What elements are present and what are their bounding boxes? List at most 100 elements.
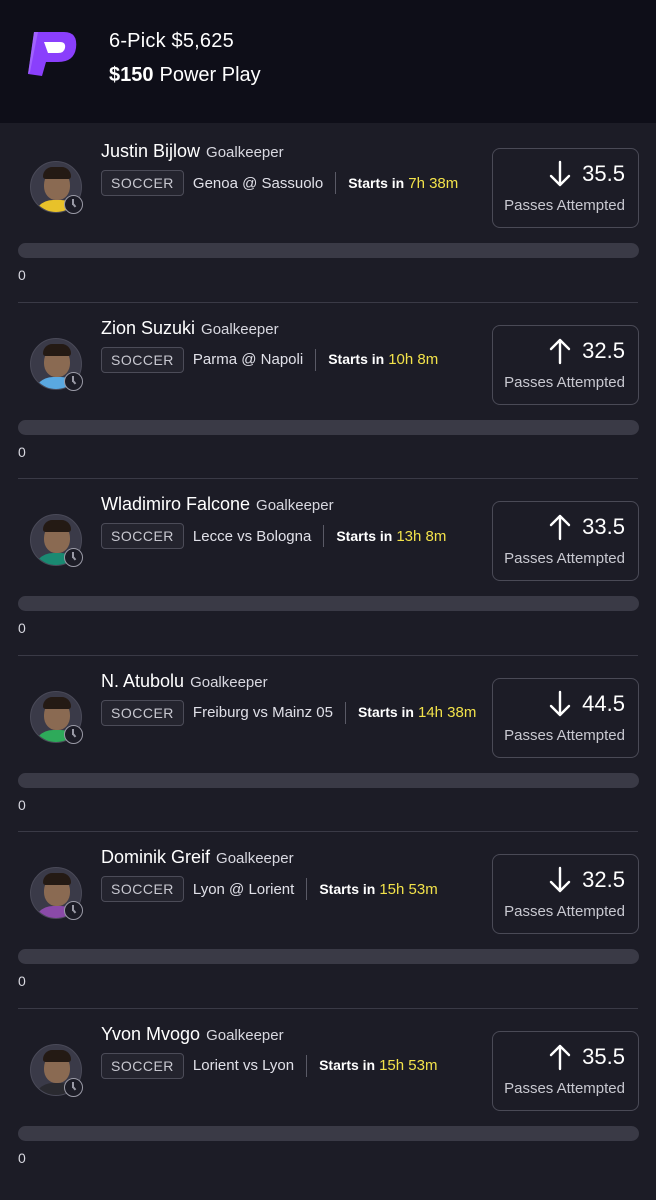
player-position: Goalkeeper <box>206 144 284 161</box>
clock-icon <box>64 901 83 920</box>
sport-badge: SOCCER <box>101 699 184 726</box>
projection-box[interactable]: 35.5 Passes Attempted <box>492 1030 639 1111</box>
player-name: N. Atubolu <box>101 670 185 691</box>
progress-value: 0 <box>18 620 26 636</box>
player-name-row: Dominik Greif Goalkeeper <box>101 847 294 868</box>
pick-card: Wladimiro Falcone Goalkeeper SOCCER Lecce v… <box>0 478 656 654</box>
start-time: Starts in 10h 8m <box>328 351 438 368</box>
stat-progress-bar <box>18 596 639 611</box>
projection-line: 33.5 <box>582 514 625 539</box>
starts-label: Starts in <box>319 880 376 897</box>
starts-countdown: 13h 8m <box>396 527 447 545</box>
start-time: Starts in 13h 8m <box>336 528 446 545</box>
progress-value: 0 <box>18 1149 26 1166</box>
starts-label: Starts in <box>328 351 385 367</box>
game-meta: SOCCER Genoa @ Sassuolo Starts in 7h 38m <box>101 170 458 196</box>
progress-value: 0 <box>18 443 26 460</box>
projection-box[interactable]: 44.5 Passes Attempted <box>492 677 639 758</box>
projection-box[interactable]: 32.5 Passes Attempted <box>492 324 639 405</box>
stat-type: Passes Attempted <box>504 373 625 391</box>
clock-icon <box>64 371 83 391</box>
player-name: Dominik Greif <box>101 847 211 867</box>
player-name: Justin Bijlow <box>101 141 201 161</box>
projection-line: 32.5 <box>582 867 625 892</box>
meta-separator <box>315 348 317 371</box>
pick-card: Dominik Greif Goalkeeper SOCCER Lyon @ Lori… <box>0 831 656 1007</box>
projection-line: 35.5 <box>582 161 625 186</box>
projection-box[interactable]: 32.5 Passes Attempted <box>492 854 639 934</box>
player-position: Goalkeeper <box>256 497 334 514</box>
starts-label: Starts in <box>319 1057 376 1073</box>
game-meta: SOCCER Freiburg vs Mainz 05 Starts in 14h 3… <box>101 699 476 726</box>
stat-progress-bar <box>18 949 639 964</box>
stat-progress-bar <box>18 243 639 258</box>
card-divider <box>18 301 638 303</box>
projection-line: 35.5 <box>582 1043 625 1069</box>
entry-header: 6-Pick $5,625 $150 Power Play <box>0 0 656 123</box>
wager-amount: $150 <box>109 64 154 86</box>
start-time: Starts in 14h 38m <box>358 704 476 721</box>
matchup: Lyon @ Lorient <box>192 880 295 898</box>
pick-card: Zion Suzuki Goalkeeper SOCCER Parma @ Napol… <box>0 301 656 478</box>
card-divider <box>18 831 638 832</box>
projection-box[interactable]: 35.5 Passes Attempted <box>492 148 639 228</box>
sport-badge: SOCCER <box>101 876 184 902</box>
stat-type: Passes Attempted <box>504 1079 625 1097</box>
sport-badge: SOCCER <box>101 1052 184 1079</box>
game-meta: SOCCER Lecce vs Bologna Starts in 13h 8m <box>101 523 446 549</box>
entry-payout-title: 6-Pick $5,625 <box>109 30 234 52</box>
meta-separator <box>323 525 325 547</box>
pick-card: N. Atubolu Goalkeeper SOCCER Freiburg vs Ma… <box>0 654 656 831</box>
starts-countdown: 14h 38m <box>417 704 477 721</box>
entry-wager: $150 Power Play <box>109 64 261 87</box>
arrow-up-icon <box>549 1044 571 1070</box>
starts-countdown: 15h 53m <box>379 880 438 898</box>
stat-type: Passes Attempted <box>504 550 625 567</box>
projection-box[interactable]: 33.5 Passes Attempted <box>492 501 639 581</box>
arrow-down-icon <box>549 866 571 893</box>
clock-icon <box>64 724 83 744</box>
pick-card: Yvon Mvogo Goalkeeper SOCCER Lorient vs Lyo… <box>0 1007 656 1184</box>
card-divider <box>18 478 638 479</box>
game-meta: SOCCER Lorient vs Lyon Starts in 15h 53m <box>101 1052 437 1079</box>
start-time: Starts in 7h 38m <box>348 175 458 192</box>
player-name-row: Wladimiro Falcone Goalkeeper <box>101 494 334 515</box>
matchup: Freiburg vs Mainz 05 <box>192 704 333 721</box>
projection-line: 44.5 <box>582 690 625 716</box>
prizepicks-logo-icon <box>28 32 77 76</box>
player-name-row: N. Atubolu Goalkeeper <box>101 671 268 692</box>
arrow-up-icon <box>549 338 571 364</box>
clock-icon <box>64 548 83 567</box>
player-name: Yvon Mvogo <box>101 1023 201 1044</box>
progress-value: 0 <box>18 796 26 813</box>
sport-badge: SOCCER <box>101 170 184 196</box>
player-position: Goalkeeper <box>190 673 268 691</box>
clock-icon <box>64 195 83 214</box>
game-meta: SOCCER Parma @ Napoli Starts in 10h 8m <box>101 346 438 373</box>
clock-icon <box>64 1077 83 1097</box>
projection-line: 32.5 <box>582 337 625 363</box>
player-name: Wladimiro Falcone <box>101 494 251 514</box>
stat-type: Passes Attempted <box>504 726 625 744</box>
play-type: Power Play <box>159 64 261 86</box>
player-name-row: Zion Suzuki Goalkeeper <box>101 318 279 339</box>
start-time: Starts in 15h 53m <box>319 1057 437 1074</box>
player-position: Goalkeeper <box>216 850 294 867</box>
starts-countdown: 7h 38m <box>408 174 459 192</box>
stat-progress-bar <box>18 419 639 435</box>
progress-value: 0 <box>18 973 26 989</box>
meta-separator <box>335 172 337 194</box>
game-meta: SOCCER Lyon @ Lorient Starts in 15h 53m <box>101 876 438 902</box>
matchup: Parma @ Napoli <box>192 351 304 368</box>
stat-type: Passes Attempted <box>504 197 625 214</box>
matchup: Genoa @ Sassuolo <box>192 174 324 192</box>
player-position: Goalkeeper <box>206 1026 284 1044</box>
arrow-down-icon <box>549 160 571 187</box>
start-time: Starts in 15h 53m <box>319 881 437 898</box>
meta-separator <box>306 1054 308 1077</box>
stat-progress-bar <box>18 1125 639 1141</box>
player-name-row: Justin Bijlow Goalkeeper <box>101 141 284 162</box>
card-divider <box>18 654 638 656</box>
stat-progress-bar <box>18 772 639 788</box>
stat-type: Passes Attempted <box>504 903 625 920</box>
